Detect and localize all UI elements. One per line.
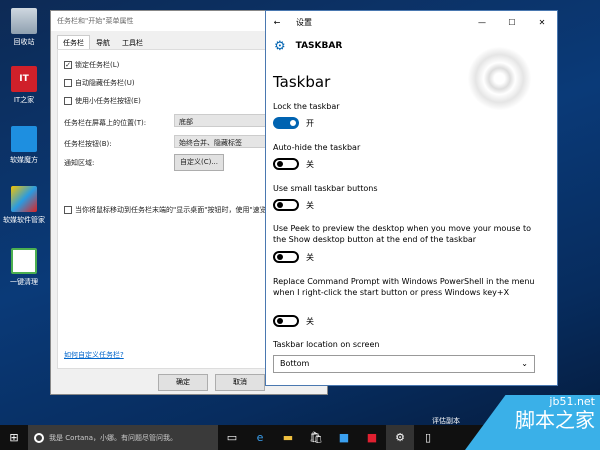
watermark: jb51.net 脚本之家 bbox=[465, 395, 600, 450]
close-button[interactable]: ✕ bbox=[527, 18, 557, 27]
ithome-icon: IT bbox=[11, 66, 37, 92]
start-button[interactable]: ⊞ bbox=[0, 425, 28, 450]
ok-button[interactable]: 确定 bbox=[158, 374, 208, 391]
location-label: 任务栏在屏幕上的位置(T): bbox=[64, 119, 147, 127]
maximize-button[interactable]: ☐ bbox=[497, 18, 527, 27]
notify-label: 通知区域: bbox=[64, 159, 95, 167]
task-view-icon[interactable]: ▭ bbox=[218, 425, 246, 450]
mofang-icon bbox=[11, 126, 37, 152]
icon-label: 软媒软件管家 bbox=[3, 216, 45, 224]
properties-taskbar-icon[interactable]: ▯ bbox=[414, 425, 442, 450]
ithome-taskbar-icon[interactable]: ■ bbox=[358, 425, 386, 450]
icon-label: 回收站 bbox=[13, 38, 35, 46]
small-buttons-label: Use small taskbar buttons bbox=[273, 184, 378, 193]
powershell-toggle[interactable] bbox=[273, 315, 299, 327]
lock-toggle[interactable] bbox=[273, 117, 299, 129]
gear-icon: ⚙ bbox=[274, 38, 286, 54]
software-manager-icon bbox=[11, 186, 37, 212]
small-buttons-checkbox[interactable]: 使用小任务栏按钮(E) bbox=[64, 96, 141, 106]
icon-label: 软媒魔方 bbox=[10, 156, 38, 164]
autohide-toggle[interactable] bbox=[273, 158, 299, 170]
cleanup-icon bbox=[11, 248, 37, 274]
settings-window: ← 设置 — ☐ ✕ ⚙ TASKBAR Taskbar Lock the tas… bbox=[265, 10, 558, 386]
powershell-label: Replace Command Prompt with Windows Powe… bbox=[273, 277, 535, 297]
chevron-down-icon: ⌄ bbox=[521, 359, 528, 368]
back-arrow-icon[interactable]: ← bbox=[266, 18, 288, 27]
file-explorer-icon[interactable]: ▬ bbox=[274, 425, 302, 450]
toggle-state: 关 bbox=[306, 201, 314, 210]
lock-taskbar-checkbox[interactable]: ✓ 锁定任务栏(L) bbox=[64, 60, 119, 70]
peek-toggle[interactable] bbox=[273, 251, 299, 263]
desktop-icon-recycle-bin[interactable]: 回收站 bbox=[2, 8, 46, 47]
cortana-search-box[interactable]: 我是 Cortana，小娜。有问题尽管问我。 bbox=[28, 425, 218, 450]
settings-taskbar-icon[interactable]: ⚙ bbox=[386, 425, 414, 450]
cortana-icon bbox=[34, 432, 44, 443]
toggle-state: 关 bbox=[306, 317, 314, 326]
icon-label: IT之家 bbox=[13, 96, 35, 104]
toggle-state: 关 bbox=[306, 253, 314, 262]
autohide-label: Auto-hide the taskbar bbox=[273, 143, 361, 152]
small-buttons-toggle[interactable] bbox=[273, 199, 299, 211]
desktop-icon-cleanup[interactable]: 一键清理 bbox=[2, 248, 46, 287]
edge-icon[interactable]: e bbox=[246, 425, 274, 450]
buttons-label: 任务栏按钮(B): bbox=[64, 140, 112, 148]
autohide-checkbox[interactable]: 自动隐藏任务栏(U) bbox=[64, 78, 135, 88]
peek-label: Use Peek to preview the desktop when you… bbox=[273, 224, 532, 244]
section-header: TASKBAR bbox=[295, 41, 343, 51]
location-label: Taskbar location on screen bbox=[273, 340, 380, 349]
page-heading: Taskbar bbox=[273, 73, 331, 91]
store-icon[interactable]: 🛍 bbox=[302, 425, 330, 450]
app-icon[interactable]: ■ bbox=[330, 425, 358, 450]
location-dropdown[interactable]: Bottom ⌄ bbox=[273, 355, 535, 373]
desktop-icon-software-manager[interactable]: 软媒软件管家 bbox=[2, 186, 46, 225]
customize-button[interactable]: 自定义(C)... bbox=[174, 154, 224, 171]
settings-title: 设置 bbox=[296, 17, 312, 27]
toggle-state: 关 bbox=[306, 160, 314, 169]
desktop-icon-mofang[interactable]: 软媒魔方 bbox=[2, 126, 46, 165]
decorative-swirl bbox=[462, 41, 537, 116]
cancel-button[interactable]: 取消 bbox=[215, 374, 265, 391]
toggle-state: 开 bbox=[306, 119, 314, 128]
desktop-icon-ithome[interactable]: IT IT之家 bbox=[2, 66, 46, 105]
recycle-bin-icon bbox=[11, 8, 37, 34]
help-link[interactable]: 如何自定义任务栏? bbox=[64, 350, 124, 360]
icon-label: 一键清理 bbox=[10, 278, 38, 286]
minimize-button[interactable]: — bbox=[467, 18, 497, 27]
lock-label: Lock the taskbar bbox=[273, 102, 340, 111]
